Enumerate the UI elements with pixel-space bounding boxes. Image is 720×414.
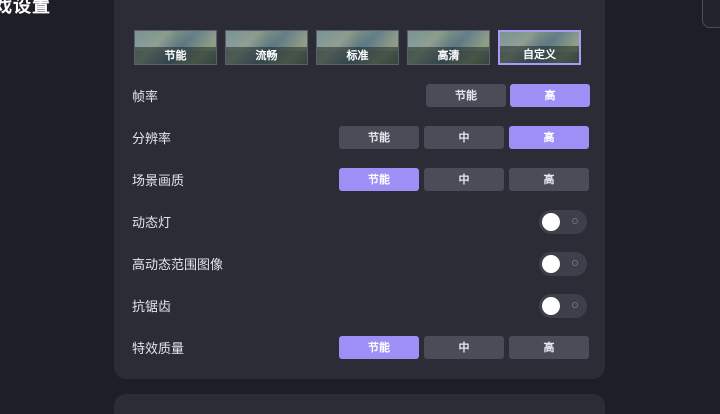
setting-row-effects-quality: 特效质量 节能 中 高	[114, 336, 605, 360]
effects-quality-option-power-save[interactable]: 节能	[339, 336, 419, 359]
preset-hd[interactable]: 高清	[407, 30, 490, 65]
hdr-toggle[interactable]	[539, 252, 587, 276]
setting-row-hdr: 高动态范围图像	[114, 252, 605, 276]
setting-row-scene-quality: 场景画质 节能 中 高	[114, 168, 605, 192]
setting-row-dynamic-light: 动态灯	[114, 210, 605, 234]
frame-rate-label: 帧率	[132, 90, 159, 105]
preset-custom[interactable]: 自定义	[498, 30, 581, 65]
preset-label: 节能	[135, 47, 216, 64]
effects-quality-option-high[interactable]: 高	[509, 336, 589, 359]
effects-quality-option-medium[interactable]: 中	[424, 336, 504, 359]
scene-quality-label: 场景画质	[132, 174, 185, 189]
toggle-off-indicator	[572, 260, 578, 266]
resolution-label: 分辨率	[132, 132, 172, 147]
anti-aliasing-label: 抗锯齿	[132, 300, 172, 315]
scene-quality-option-high[interactable]: 高	[509, 168, 589, 191]
frame-rate-option-power-save[interactable]: 节能	[426, 84, 506, 107]
effects-quality-label: 特效质量	[132, 342, 185, 357]
setting-row-anti-aliasing: 抗锯齿	[114, 294, 605, 318]
preset-standard[interactable]: 标准	[316, 30, 399, 65]
preset-label: 自定义	[500, 46, 579, 63]
resolution-option-medium[interactable]: 中	[424, 126, 504, 149]
setting-row-resolution: 分辨率 节能 中 高	[114, 126, 605, 150]
dynamic-light-toggle[interactable]	[539, 210, 587, 234]
preset-label: 标准	[317, 47, 398, 64]
setting-row-frame-rate: 帧率 节能 高	[114, 84, 605, 108]
resolution-option-power-save[interactable]: 节能	[339, 126, 419, 149]
preset-label: 流畅	[226, 47, 307, 64]
anti-aliasing-toggle[interactable]	[539, 294, 587, 318]
scene-quality-option-medium[interactable]: 中	[424, 168, 504, 191]
frame-rate-option-high[interactable]: 高	[510, 84, 590, 107]
graphics-settings-card: 节能 流畅 标准 高清 自定义 帧率 节能 高 分辨率 节能 中 高 场景画质 …	[114, 0, 605, 379]
hdr-label: 高动态范围图像	[132, 258, 224, 273]
preset-smooth[interactable]: 流畅	[225, 30, 308, 65]
toggle-knob	[542, 213, 560, 231]
page-title: 戏设置	[0, 0, 51, 17]
toggle-off-indicator	[572, 302, 578, 308]
toggle-off-indicator	[572, 218, 578, 224]
preset-power-save[interactable]: 节能	[134, 30, 217, 65]
toggle-knob	[542, 255, 560, 273]
resolution-option-high[interactable]: 高	[509, 126, 589, 149]
scene-quality-option-power-save[interactable]: 节能	[339, 168, 419, 191]
next-settings-card	[114, 394, 605, 414]
preset-label: 高清	[408, 47, 489, 64]
toggle-knob	[542, 297, 560, 315]
close-button[interactable]	[702, 0, 720, 28]
dynamic-light-label: 动态灯	[132, 216, 172, 231]
